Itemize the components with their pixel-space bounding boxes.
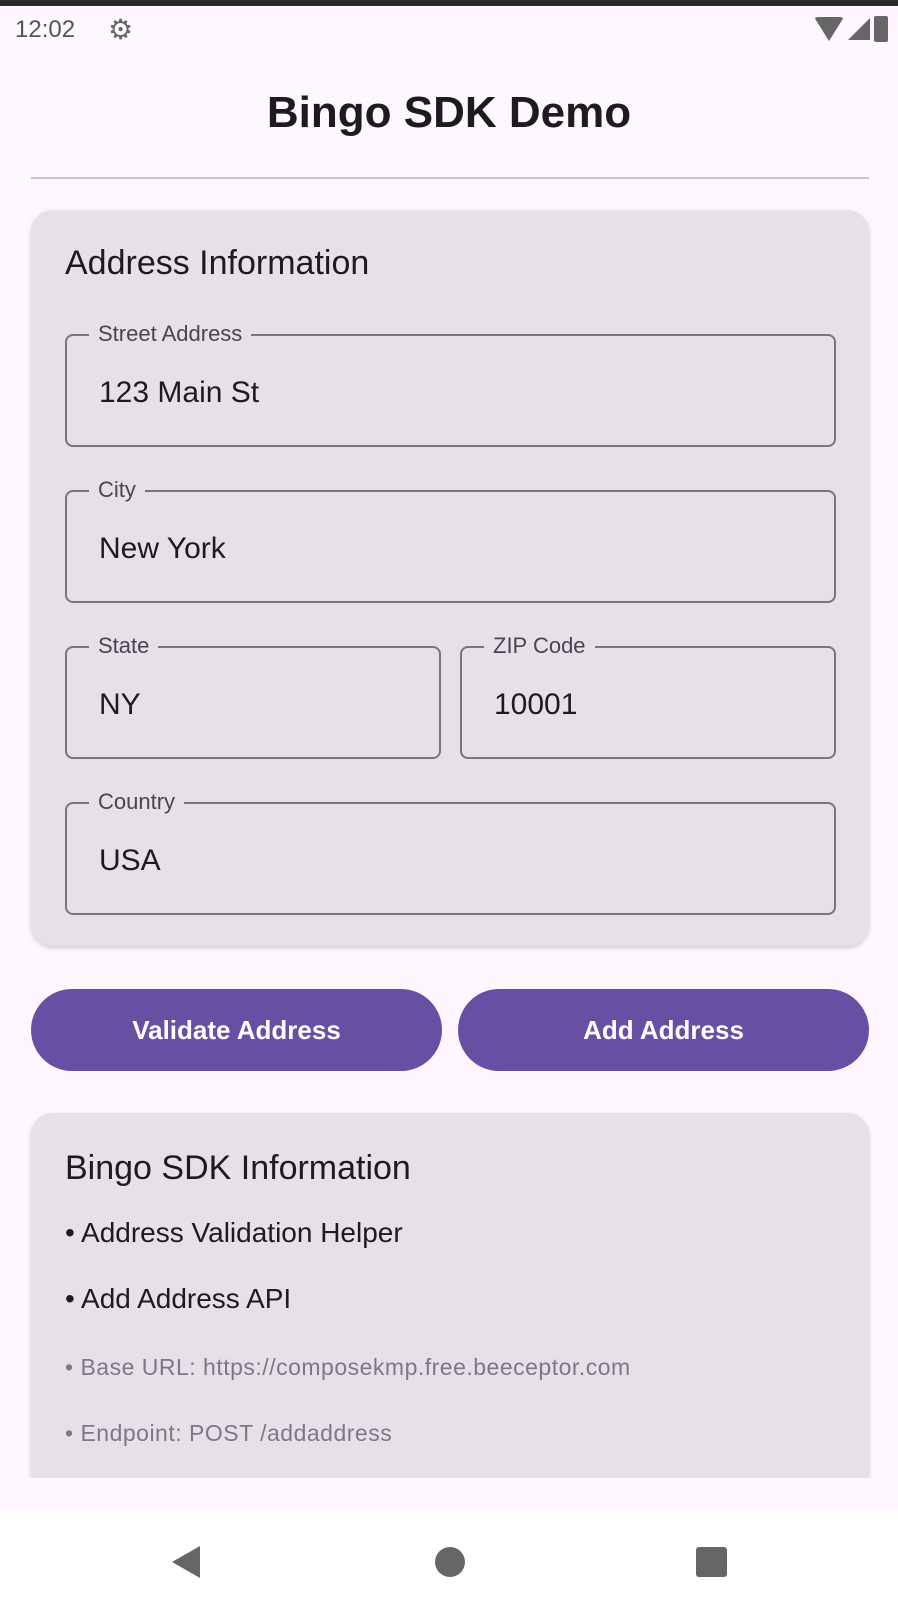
field-label: State	[89, 633, 159, 659]
back-icon[interactable]	[172, 1546, 200, 1578]
sdk-info-title: Bingo SDK Information	[65, 1149, 411, 1187]
field-value: 123 Main St	[99, 376, 260, 409]
battery-icon	[874, 16, 888, 42]
state-field[interactable]: State NY	[65, 633, 441, 759]
country-field[interactable]: Country USA	[65, 789, 836, 915]
divider	[31, 177, 869, 179]
info-item: • Add Address API	[65, 1283, 292, 1314]
recents-icon[interactable]	[696, 1547, 727, 1577]
address-card-title: Address Information	[65, 244, 370, 282]
info-item: • Endpoint: POST /addaddress	[65, 1420, 393, 1446]
screen-top-edge	[0, 0, 898, 6]
home-icon[interactable]	[435, 1547, 465, 1577]
signal-icon	[848, 18, 870, 40]
gear-icon: ⚙	[108, 14, 134, 45]
field-value: NY	[99, 688, 141, 721]
sdk-info-card: Bingo SDK Information • Address Validati…	[31, 1113, 869, 1513]
street-address-field[interactable]: Street Address 123 Main St	[65, 321, 836, 447]
zip-code-field[interactable]: ZIP Code 10001	[460, 633, 836, 759]
city-field[interactable]: City New York	[65, 477, 836, 603]
field-label: City	[89, 477, 145, 503]
field-label: Country	[89, 789, 185, 815]
field-label: Street Address	[89, 321, 252, 347]
validate-address-button[interactable]: Validate Address	[31, 989, 442, 1071]
status-time: 12:02	[15, 16, 76, 43]
info-item: • Address Validation Helper	[65, 1217, 403, 1248]
wifi-icon	[814, 17, 844, 41]
add-address-button[interactable]: Add Address	[458, 989, 869, 1071]
field-label: ZIP Code	[484, 633, 595, 659]
content-clip	[0, 1478, 898, 1511]
field-value: 10001	[494, 688, 578, 721]
field-value: New York	[99, 532, 226, 565]
info-item: • Base URL: https://composekmp.free.beec…	[65, 1354, 631, 1380]
system-icons	[814, 16, 888, 42]
field-value: USA	[99, 844, 161, 877]
address-card: Address Information Street Address 123 M…	[31, 210, 869, 946]
page-title: Bingo SDK Demo	[266, 88, 632, 137]
